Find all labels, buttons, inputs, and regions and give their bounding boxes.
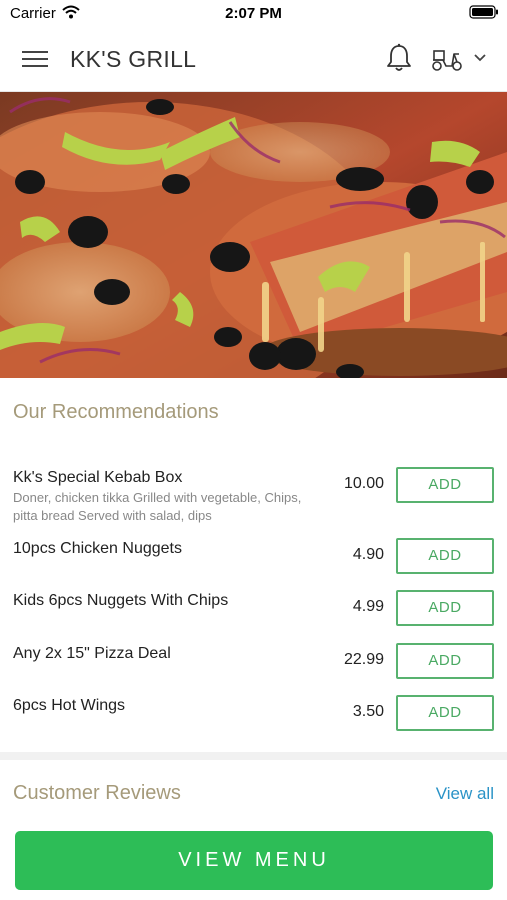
item-name: 10pcs Chicken Nuggets	[13, 540, 182, 557]
recommendations-title: Our Recommendations	[13, 401, 219, 423]
item-description: Doner, chicken tikka Grilled with vegeta…	[13, 490, 302, 523]
item-name: Kk's Special Kebab Box	[13, 469, 183, 486]
page-title: KK'S GRILL	[70, 46, 197, 72]
view-menu-button[interactable]: VIEW MENU	[15, 831, 493, 890]
section-divider	[0, 752, 507, 760]
view-all-link[interactable]: View all	[436, 784, 494, 804]
item-name: Any 2x 15" Pizza Deal	[13, 645, 171, 662]
status-bar: Carrier 2:07 PM	[0, 0, 507, 26]
delivery-scooter-icon[interactable]	[430, 46, 464, 72]
item-price: 4.99	[352, 598, 384, 615]
item-name: 6pcs Hot Wings	[13, 697, 126, 714]
battery-icon	[469, 5, 498, 19]
status-time: 2:07 PM	[225, 5, 282, 22]
add-button[interactable]: ADD	[396, 538, 494, 574]
item-price: 3.50	[352, 703, 384, 720]
hero-image	[0, 92, 507, 378]
item-price: 22.99	[343, 651, 384, 668]
app-header: KK'S GRILL	[0, 26, 507, 92]
bell-icon[interactable]	[385, 43, 413, 73]
pizza-photo	[0, 92, 507, 378]
add-button[interactable]: ADD	[396, 467, 494, 503]
item-price: 10.00	[343, 475, 384, 492]
chevron-down-icon[interactable]	[472, 52, 488, 64]
item-name: Kids 6pcs Nuggets With Chips	[13, 592, 229, 609]
add-button[interactable]: ADD	[396, 643, 494, 679]
add-button[interactable]: ADD	[396, 590, 494, 626]
item-price: 4.90	[352, 546, 384, 563]
menu-icon[interactable]	[22, 48, 48, 70]
reviews-title: Customer Reviews	[13, 782, 181, 804]
add-button[interactable]: ADD	[396, 695, 494, 731]
